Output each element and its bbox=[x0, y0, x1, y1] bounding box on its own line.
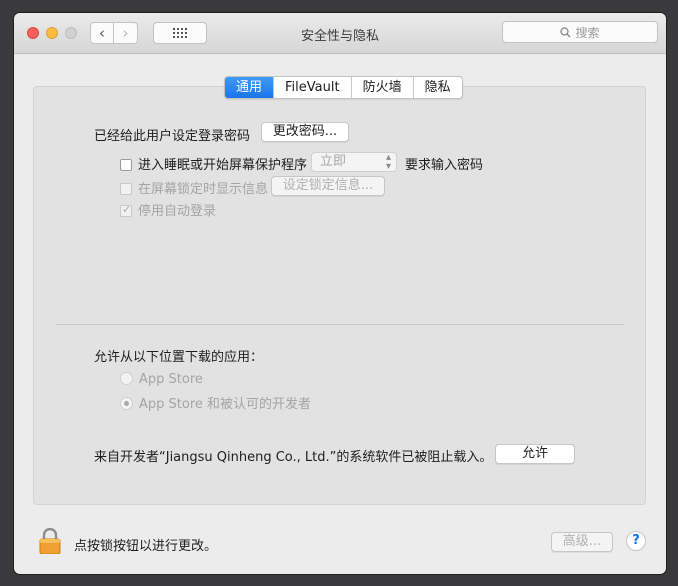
tab-privacy[interactable]: 隐私 bbox=[412, 77, 462, 98]
blocked-software-message: 来自开发者“Jiangsu Qinheng Co., Ltd.”的系统软件已被阻… bbox=[94, 450, 493, 465]
updown-arrows-icon: ▴ ▾ bbox=[385, 152, 391, 172]
disable-autologin-label: 停用自动登录 bbox=[138, 204, 217, 219]
identified-developers-radio[interactable] bbox=[120, 397, 133, 410]
preferences-window: ‹ › 安全性与隐私 搜索 通用 FileVault 防火墙 隐私 已经给此用户… bbox=[14, 13, 666, 574]
disable-autologin-checkbox[interactable] bbox=[120, 203, 132, 217]
sleep-password-checkbox[interactable] bbox=[120, 159, 132, 171]
lock-icon[interactable] bbox=[39, 528, 61, 554]
tab-bar: 通用 FileVault 防火墙 隐私 bbox=[224, 76, 463, 99]
lock-message-checkbox[interactable] bbox=[120, 183, 132, 195]
lock-hint-text: 点按锁按钮以进行更改。 bbox=[74, 539, 218, 554]
password-delay-value: 立即 bbox=[320, 154, 347, 169]
tab-firewall[interactable]: 防火墙 bbox=[350, 77, 413, 98]
lock-message-row: 在屏幕锁定时显示信息 bbox=[120, 178, 268, 197]
section-divider bbox=[56, 324, 624, 325]
search-icon bbox=[560, 26, 571, 37]
download-source-heading: 允许从以下位置下载的应用： bbox=[94, 350, 264, 365]
general-panel bbox=[33, 86, 646, 505]
password-delay-select[interactable]: 立即 ▴ ▾ bbox=[311, 152, 397, 172]
allow-button[interactable]: 允许 bbox=[495, 444, 575, 464]
identified-developers-label: App Store 和被认可的开发者 bbox=[139, 397, 312, 412]
app-store-label: App Store bbox=[139, 372, 203, 387]
password-status-label: 已经给此用户设定登录密码 bbox=[94, 129, 251, 144]
lock-message-label: 在屏幕锁定时显示信息 bbox=[138, 182, 269, 197]
advanced-button[interactable]: 高级... bbox=[551, 532, 613, 552]
tab-filevault[interactable]: FileVault bbox=[273, 77, 351, 98]
change-password-button[interactable]: 更改密码... bbox=[261, 122, 349, 142]
tab-general[interactable]: 通用 bbox=[225, 77, 274, 98]
app-store-option: App Store bbox=[120, 372, 203, 387]
title-bar: ‹ › 安全性与隐私 搜索 bbox=[14, 13, 666, 54]
set-lock-message-button[interactable]: 设定锁定信息... bbox=[271, 176, 385, 196]
sleep-password-row: 进入睡眠或开始屏幕保护程序 bbox=[120, 154, 307, 173]
disable-autologin-row: 停用自动登录 bbox=[120, 200, 216, 219]
identified-developers-option: App Store 和被认可的开发者 bbox=[120, 393, 311, 412]
app-store-radio[interactable] bbox=[120, 372, 133, 385]
help-button[interactable]: ? bbox=[626, 531, 646, 551]
search-placeholder: 搜索 bbox=[575, 25, 600, 40]
search-field[interactable]: 搜索 bbox=[502, 21, 658, 43]
sleep-password-label: 进入睡眠或开始屏幕保护程序 bbox=[138, 158, 308, 173]
require-password-label: 要求输入密码 bbox=[405, 158, 484, 173]
